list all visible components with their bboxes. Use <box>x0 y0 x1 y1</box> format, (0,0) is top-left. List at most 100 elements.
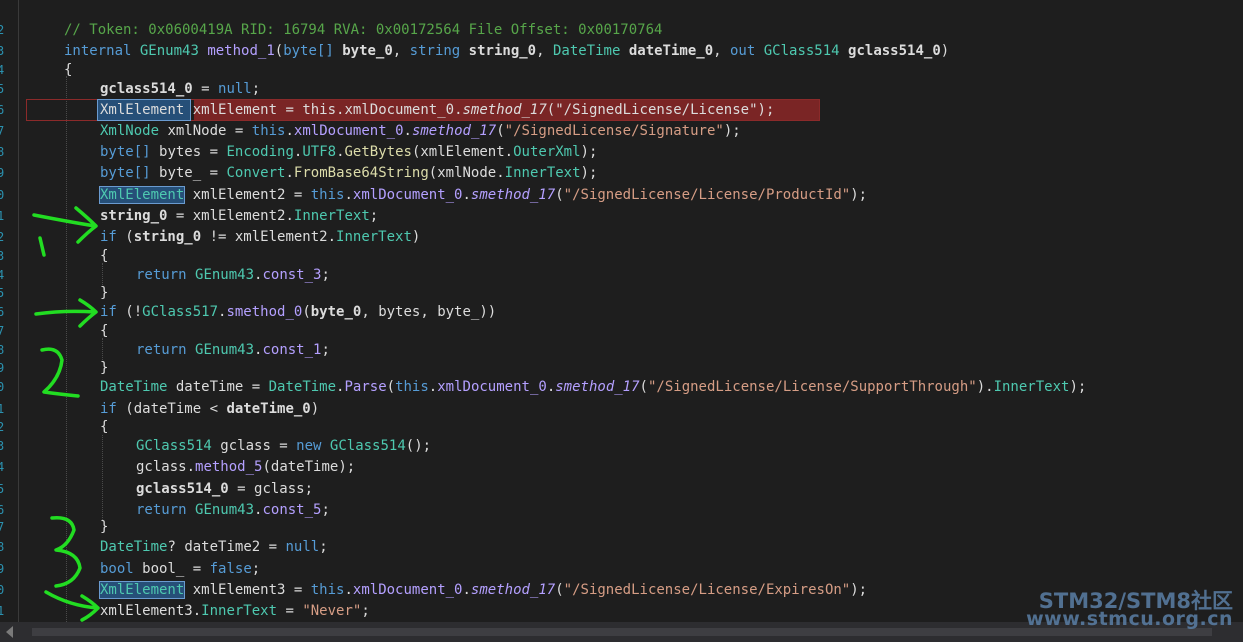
code-line-22[interactable]: GClass514 gclass = new GClass514(); <box>136 436 431 456</box>
line-number: 7 <box>0 324 5 338</box>
code-line-15[interactable]: if (!GClass517.smethod_0(byte_0, bytes, … <box>100 302 496 322</box>
field: xmlDocument_0 <box>344 102 455 118</box>
method-name: smethod_17 <box>470 582 556 598</box>
line-number: 2 <box>0 23 5 37</box>
code-line-12[interactable]: { <box>100 246 108 266</box>
type-name: DateTime <box>100 539 168 555</box>
code-line-6[interactable]: XmlNode xmlNode = this.xmlDocument_0.sme… <box>100 121 741 141</box>
line-number: 9 <box>0 166 5 180</box>
line-number: 0 <box>0 188 5 202</box>
type-name: DateTime <box>552 43 621 59</box>
code-line-5[interactable]: XmlElement xmlElement = this.xmlDocument… <box>100 100 774 120</box>
code-line-21[interactable]: { <box>100 417 108 437</box>
field: xmlDocument_0 <box>437 379 547 395</box>
keyword: if <box>100 229 117 245</box>
type-name: GClass514 <box>763 43 840 59</box>
string: "/SignedLicense/License/ExpiresOn" <box>563 582 851 598</box>
method-name: smethod_17 <box>555 379 640 395</box>
type-name: GEnum43 <box>195 502 255 518</box>
field: xmlDocument_0 <box>352 582 463 598</box>
string: "/SignedLicense/License/ProductId" <box>563 187 851 203</box>
code-line-24[interactable]: gclass514_0 = gclass; <box>136 479 313 499</box>
code-line-10[interactable]: string_0 = xmlElement2.InnerText; <box>100 206 378 226</box>
method-name: smethod_17 <box>411 123 497 139</box>
code-line-19[interactable]: DateTime dateTime = DateTime.Parse(this.… <box>100 377 1086 397</box>
property: InnerText <box>201 603 278 619</box>
code-line-23[interactable]: gclass.method_5(dateTime); <box>136 457 355 477</box>
variable: xmlElement2 <box>192 208 286 224</box>
line-number: 6 <box>0 103 5 117</box>
variable: bytes <box>159 144 202 160</box>
code-line-2[interactable]: internal GEnum43 method_1(byte[] byte_0,… <box>64 41 949 61</box>
variable: xmlElement3 <box>100 603 193 619</box>
string: "/SignedLicense/License/SupportThrough" <box>647 379 977 395</box>
variable: gclass <box>220 438 271 454</box>
code-line-1[interactable]: // Token: 0x0600419A RID: 16794 RVA: 0x0… <box>64 20 662 40</box>
field: xmlDocument_0 <box>293 123 404 139</box>
type-name: GEnum43 <box>195 267 255 283</box>
line-number: 1 <box>0 604 5 618</box>
brace: { <box>100 419 109 435</box>
scroll-left-icon[interactable] <box>6 626 13 638</box>
param: dateTime_0 <box>628 43 714 59</box>
variable: xmlElement <box>420 144 505 160</box>
string: "/SignedLicense/Signature" <box>504 123 724 139</box>
code-line-14[interactable]: } <box>100 283 108 303</box>
code-line-4[interactable]: gclass514_0 = null; <box>100 79 260 99</box>
code-editor[interactable]: 2 3 4 5 6 7 8 9 0 1 2 3 4 5 6 7 8 9 0 1 2 3 4 5 6 7 8 9 0 1 // Token:… <box>0 0 1243 622</box>
type-name: DateTime <box>100 379 168 395</box>
comment: // Token: 0x0600419A RID: 16794 RVA: 0x0… <box>64 22 663 38</box>
code-line-18[interactable]: } <box>100 358 108 378</box>
code-line-7[interactable]: byte[] bytes = Encoding.UTF8.GetBytes(xm… <box>100 142 597 162</box>
code-line-30[interactable]: xmlElement3.InnerText = "Never"; <box>100 601 370 621</box>
line-number: 9 <box>0 562 5 576</box>
keyword: out <box>730 43 756 59</box>
method-name: smethod_17 <box>470 187 556 203</box>
variable: xmlNode <box>167 123 227 139</box>
variable: dateTime <box>175 379 244 395</box>
type-name: GClass514 <box>136 438 212 454</box>
line-number: 5 <box>0 82 5 96</box>
code-line-11[interactable]: if (string_0 != xmlElement2.InnerText) <box>100 227 420 247</box>
keyword: byte[] <box>100 165 151 181</box>
type-name: XmlElement <box>100 102 185 118</box>
property: InnerText <box>336 229 412 245</box>
line-number: 5 <box>0 286 5 300</box>
keyword: return <box>136 267 187 283</box>
line-number: 5 <box>0 482 5 496</box>
code-line-25[interactable]: return GEnum43.const_5; <box>136 500 330 520</box>
method-name: smethod_17 <box>462 102 547 118</box>
code-line-28[interactable]: bool bool_ = false; <box>100 559 260 579</box>
code-line-9[interactable]: XmlElement xmlElement2 = this.xmlDocumen… <box>98 185 867 205</box>
keyword: false <box>209 561 252 577</box>
field: xmlDocument_0 <box>352 187 463 203</box>
code-line-27[interactable]: DateTime? dateTime2 = null; <box>100 537 328 557</box>
string: "Never" <box>302 603 362 619</box>
param: byte_0 <box>310 304 362 320</box>
method-name: Parse <box>344 379 387 395</box>
method-name: FromBase64String <box>293 165 429 181</box>
brace: } <box>100 285 109 301</box>
code-line-29[interactable]: XmlElement xmlElement3 = this.xmlDocumen… <box>98 580 867 600</box>
code-line-8[interactable]: byte[] byte_ = Convert.FromBase64String(… <box>100 163 597 183</box>
line-number: 4 <box>0 460 5 474</box>
code-line-20[interactable]: if (dateTime < dateTime_0) <box>100 399 319 419</box>
line-number: 1 <box>0 209 5 223</box>
keyword: return <box>136 502 187 518</box>
type-name: GEnum43 <box>195 342 255 358</box>
line-number: 4 <box>0 63 5 77</box>
line-number: 3 <box>0 249 5 263</box>
code-line-13[interactable]: return GEnum43.const_3; <box>136 265 330 285</box>
code-line-26[interactable]: } <box>100 517 108 537</box>
line-number: 8 <box>0 145 5 159</box>
code-line-3[interactable]: { <box>64 60 72 80</box>
code-line-17[interactable]: return GEnum43.const_1; <box>136 340 330 360</box>
variable: dateTime <box>133 401 202 417</box>
string: "/SignedLicense/License" <box>555 102 758 118</box>
code-line-16[interactable]: { <box>100 321 108 341</box>
keyword: this <box>302 102 337 118</box>
variable: bool_ <box>142 561 185 577</box>
indent-guide <box>66 76 67 622</box>
annotation-arrow <box>44 590 100 622</box>
line-number: 8 <box>0 540 5 554</box>
